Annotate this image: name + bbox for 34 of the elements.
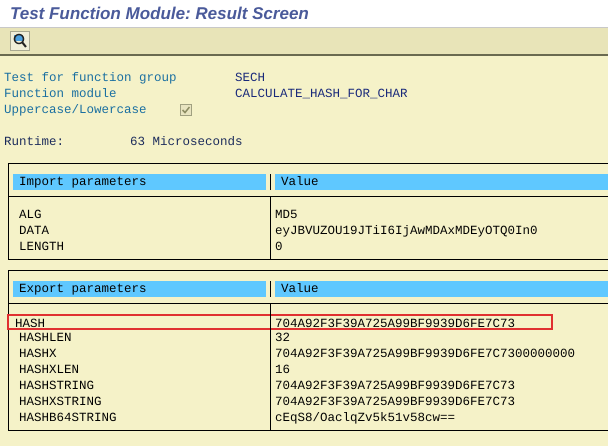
- parameter-name: HASHSTRING: [18, 378, 96, 394]
- parameter-value: 32: [274, 330, 292, 346]
- parameter-name: HASHLEN: [18, 330, 73, 346]
- parameter-name: ALG: [18, 207, 43, 223]
- parameter-name: HASHX: [18, 346, 58, 362]
- field-value: SECH: [235, 70, 266, 86]
- parameter-value: 704A92F3F39A725A99BF9939D6FE7C7300000000: [274, 346, 576, 362]
- parameter-value: 0: [274, 239, 284, 255]
- parameter-name: HASHB64STRING: [18, 410, 118, 426]
- column-header: Value: [275, 281, 608, 297]
- column-header: Export parameters: [13, 281, 266, 297]
- checkbox-label: Uppercase/Lowercase: [4, 102, 148, 118]
- parameter-value: 704A92F3F39A725A99BF9939D6FE7C73: [274, 394, 516, 410]
- parameter-value: 704A92F3F39A725A99BF9939D6FE7C73: [271, 314, 553, 330]
- runtime-label: Runtime:: [4, 134, 66, 150]
- parameter-name: HASHXLEN: [18, 362, 80, 378]
- runtime-value: 63 Microseconds: [130, 134, 243, 150]
- field-value: CALCULATE_HASH_FOR_CHAR: [235, 86, 408, 102]
- column-header: Value: [275, 174, 608, 190]
- parameter-name: HASH: [7, 314, 270, 330]
- parameter-name: DATA: [18, 223, 50, 239]
- field-label: Test for function group: [4, 70, 178, 86]
- magnifier-icon: [12, 33, 28, 49]
- parameter-value: cEqS8/OaclqZv5k51v58cw==: [274, 410, 456, 426]
- parameter-value: eyJBVUZOU19JTiI6IjAwMDAxMDEyOTQ0In0: [274, 223, 539, 239]
- search-button[interactable]: [10, 31, 30, 51]
- field-label: Function module: [4, 86, 118, 102]
- parameter-value: 704A92F3F39A725A99BF9939D6FE7C73: [274, 378, 516, 394]
- window-title: Test Function Module: Result Screen: [10, 2, 309, 25]
- parameter-name: HASHXSTRING: [18, 394, 103, 410]
- column-header: Import parameters: [13, 174, 266, 190]
- parameter-name: LENGTH: [18, 239, 66, 255]
- parameter-value: MD5: [274, 207, 299, 223]
- parameter-value: 16: [274, 362, 292, 378]
